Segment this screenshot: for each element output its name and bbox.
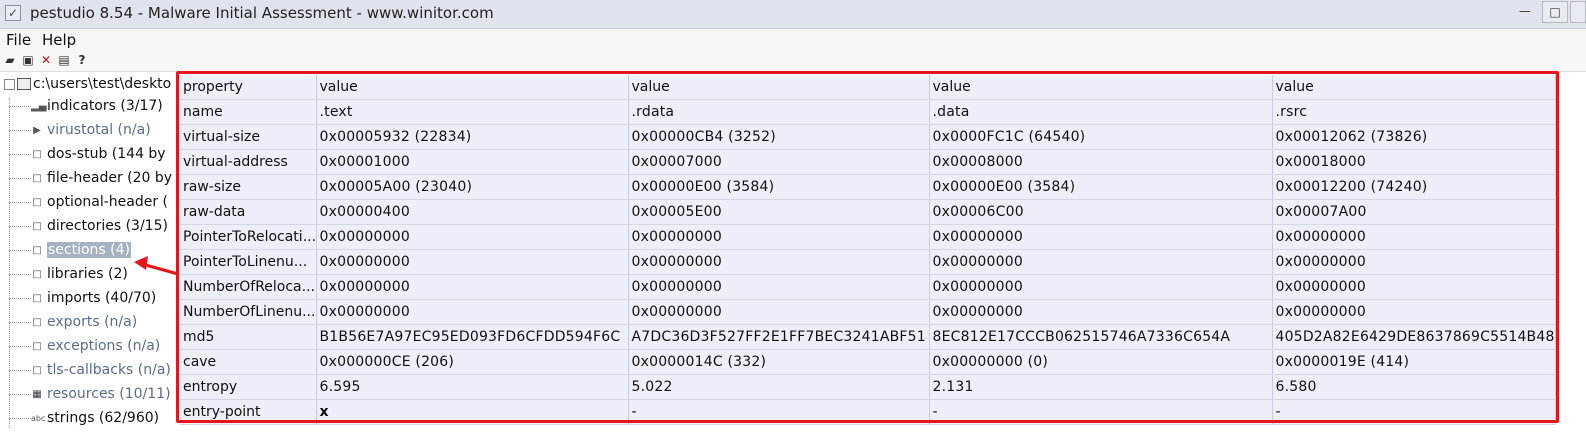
grid-icon: ▦ (32, 388, 42, 400)
close-button[interactable] (1570, 1, 1586, 23)
square-icon: □ (32, 196, 42, 208)
tree-item-label: dos-stub (144 by (47, 146, 166, 162)
square-icon: □ (32, 364, 42, 376)
window-title: pestudio 8.54 - Malware Initial Assessme… (30, 4, 494, 22)
tree-item-virustotal[interactable]: ▶ virustotal (n/a) (9, 122, 151, 144)
tree-item-label: exceptions (n/a) (47, 338, 161, 354)
toolbar: ▰ ▣ ✕ ▤ ? (0, 51, 1586, 72)
tree-item-sections[interactable]: □ sections (4) (9, 242, 131, 264)
annotation-arrow (134, 256, 179, 276)
chart-icon: ▂▄ (31, 100, 47, 112)
tree-item-imports[interactable]: □ imports (40/70) (9, 290, 156, 312)
annotation-highlight-box (176, 71, 1559, 423)
delete-icon[interactable]: ✕ (40, 53, 52, 67)
square-icon: □ (32, 244, 42, 256)
square-icon: □ (32, 148, 42, 160)
tree-item-tls-callbacks[interactable]: □ tls-callbacks (n/a) (9, 362, 171, 384)
square-icon: □ (32, 340, 42, 352)
tree-item-exceptions[interactable]: □ exceptions (n/a) (9, 338, 160, 360)
tree-item-resources[interactable]: ▦ resources (10/11) (9, 386, 171, 408)
square-icon: □ (32, 220, 42, 232)
tree-item-label: virustotal (n/a) (47, 122, 151, 138)
tree-item-label: strings (62/960) (47, 410, 160, 426)
tree-item-label: directories (3/15) (47, 218, 168, 234)
tree-item-label: exports (n/a) (47, 314, 138, 330)
tree-item-label: tls-callbacks (n/a) (47, 362, 171, 378)
help-icon[interactable]: ? (76, 53, 88, 67)
tree-item-directories[interactable]: □ directories (3/15) (9, 218, 168, 240)
tree-item-exports[interactable]: □ exports (n/a) (9, 314, 137, 336)
tree-item-optional-header[interactable]: □ optional-header ( (9, 194, 168, 216)
maximize-button[interactable]: □ (1542, 1, 1568, 23)
app-checkbox-icon[interactable]: ✓ (5, 5, 21, 21)
tree-item-dos-stub[interactable]: □ dos-stub (144 by (9, 146, 166, 168)
tree-item-label-selected: sections (4) (47, 242, 131, 258)
tree-item-indicators[interactable]: ▂▄indicators (3/17) (9, 98, 163, 120)
save-icon[interactable]: ▣ (22, 53, 34, 67)
text-icon: abc (31, 413, 46, 423)
collapse-icon[interactable] (4, 78, 15, 90)
minimize-button[interactable]: — (1510, 1, 1540, 23)
square-icon: □ (32, 316, 42, 328)
tree-item-label: indicators (3/17) (47, 98, 163, 114)
tree-item-file-header[interactable]: □ file-header (20 by (9, 170, 172, 192)
tree-root[interactable]: c:\users\test\deskto (4, 76, 171, 98)
tree-item-strings[interactable]: abc strings (62/960) (9, 410, 159, 432)
square-icon: □ (32, 172, 42, 184)
open-icon[interactable]: ▰ (4, 53, 16, 67)
tree-item-label: file-header (20 by (47, 170, 173, 186)
print-icon[interactable]: ▤ (58, 53, 70, 67)
square-icon: □ (32, 268, 42, 280)
tree-root-label: c:\users\test\deskto (33, 76, 172, 92)
tree-item-label: resources (10/11) (47, 386, 171, 402)
square-icon: □ (32, 292, 42, 304)
tree-item-label: libraries (2) (47, 266, 128, 282)
tree-item-label: imports (40/70) (47, 290, 157, 306)
title-bar: ✓ pestudio 8.54 - Malware Initial Assess… (0, 0, 1586, 29)
menu-bar: File Help (0, 29, 1586, 51)
play-icon: ▶ (33, 124, 41, 136)
tree-item-libraries[interactable]: □ libraries (2) (9, 266, 128, 288)
menu-help[interactable]: Help (42, 31, 76, 49)
tree-item-label: optional-header ( (47, 194, 169, 210)
computer-icon (17, 78, 31, 90)
menu-file[interactable]: File (6, 31, 31, 49)
